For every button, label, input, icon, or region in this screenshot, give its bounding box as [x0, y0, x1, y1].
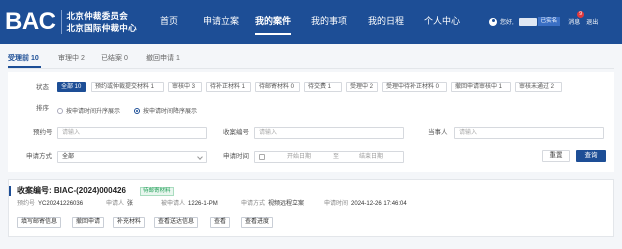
meta-appointment-no: 预约号 YC20241226036 — [17, 200, 83, 208]
case-card: 收案编号: BIAC-(2024)000426 待邮寄材料 预约号 YC20241… — [8, 179, 614, 237]
status-chip-reviewing[interactable]: 审核中 3 — [168, 82, 202, 92]
time-label: 申请时间 — [223, 153, 249, 160]
appointment-no-input[interactable]: 请输入 — [57, 127, 207, 139]
supplement-materials-button[interactable]: 补充材料 — [113, 217, 146, 228]
nav-home[interactable]: 首页 — [160, 16, 178, 27]
meta-respondent: 被申请人 1226-1-PM — [161, 200, 218, 208]
sort-asc-label: 按申请时间升序展示 — [66, 109, 121, 115]
sort-label: 排序 — [36, 105, 49, 112]
party-input[interactable]: 请输入 — [454, 127, 604, 139]
logo-divider — [60, 10, 62, 34]
reset-button[interactable]: 重置 — [542, 150, 570, 162]
user-avatar-icon[interactable] — [489, 17, 497, 26]
meta-apply-time: 申请时间 2024-12-26 17:46:04 — [324, 200, 407, 208]
party-label: 当事人 — [428, 129, 448, 136]
tab-in-trial[interactable]: 审理中 2 — [58, 54, 85, 63]
appointment-no-label: 预约号 — [33, 129, 53, 136]
view-progress-button[interactable]: 查看进度 — [241, 217, 274, 228]
meta-label: 申请时间 — [324, 201, 349, 207]
tab-pre-acceptance[interactable]: 受理前 10 — [8, 54, 39, 63]
radio-circle-selected-icon — [134, 107, 140, 114]
tabs-divider — [8, 68, 614, 69]
logo-org-name: 北京仲裁委员会 北京国际仲裁中心 — [67, 11, 137, 33]
status-chip-accepting[interactable]: 受理中 2 — [346, 82, 378, 92]
meta-value: 视频远程立案 — [268, 201, 305, 207]
org-name-line1: 北京仲裁委员会 — [66, 11, 129, 21]
verified-badge: 已实名 — [537, 17, 561, 26]
user-name-redacted — [518, 17, 537, 26]
logo-mark: BAC — [5, 8, 56, 35]
meta-applicant: 申请人张 — [106, 200, 133, 208]
nav-my-schedule[interactable]: 我的日程 — [368, 16, 404, 27]
withdraw-application-button[interactable]: 撤回申请 — [72, 217, 105, 228]
view-delivery-info-button[interactable]: 查看送达信息 — [154, 217, 199, 228]
user-area: 您好, 已实名 消息 9 退出 — [489, 11, 598, 26]
status-chip-withdraw-review[interactable]: 撤回申请审核中 1 — [451, 82, 511, 92]
meta-value: 1226-1-PM — [188, 201, 218, 207]
radio-circle-icon — [57, 107, 63, 114]
nav-personal-center[interactable]: 个人中心 — [424, 16, 460, 27]
messages-label: 消息 — [568, 20, 581, 26]
start-date-placeholder: 开始日期 — [287, 154, 312, 160]
meta-value: 张 — [127, 201, 134, 207]
nav-my-matters[interactable]: 我的事项 — [311, 16, 347, 27]
sort-desc-radio[interactable]: 按申请时间降序展示 — [134, 106, 197, 115]
logo[interactable]: BAC 北京仲裁委员会 北京国际仲裁中心 — [5, 9, 137, 35]
status-chip-pending-mailing[interactable]: 待邮寄材料 0 — [255, 82, 300, 92]
method-label: 申请方式 — [26, 153, 52, 160]
case-status-badge: 待邮寄材料 — [140, 187, 174, 196]
messages-link[interactable]: 消息 9 — [568, 11, 584, 26]
nav-apply-case[interactable]: 申请立案 — [203, 16, 239, 27]
fill-mailing-info-button[interactable]: 填写邮寄信息 — [17, 217, 62, 228]
method-select-value: 全部 — [62, 154, 75, 160]
chevron-down-icon — [197, 154, 203, 160]
meta-value: 2024-12-26 17:46:04 — [351, 201, 407, 207]
search-button[interactable]: 查询 — [576, 150, 606, 162]
messages-count-badge: 9 — [577, 11, 584, 18]
meta-label: 被申请人 — [161, 201, 186, 207]
nav-active-indicator — [255, 33, 291, 35]
method-select[interactable]: 全部 — [57, 151, 207, 163]
meta-label: 申请人 — [106, 201, 125, 207]
receipt-no-label: 收案编号 — [223, 129, 249, 136]
status-chip-rejected[interactable]: 审核未通过 2 — [515, 82, 562, 92]
card-accent-bar — [9, 186, 11, 196]
status-chip-accepting-correction[interactable]: 受理中待补正材料 0 — [382, 82, 447, 92]
sort-asc-radio[interactable]: 按申请时间升序展示 — [57, 106, 120, 115]
org-name-line2: 北京国际仲裁中心 — [66, 23, 137, 33]
nav-my-cases[interactable]: 我的案件 — [255, 16, 291, 27]
receipt-no-input[interactable]: 请输入 — [254, 127, 404, 139]
case-title: 收案编号: BIAC-(2024)000426 — [17, 186, 126, 195]
meta-label: 预约号 — [17, 201, 36, 207]
sort-desc-label: 按申请时间降序展示 — [143, 109, 198, 115]
date-range-picker[interactable]: 开始日期 至 结束日期 — [254, 151, 404, 163]
tab-closed[interactable]: 已结案 0 — [101, 54, 128, 63]
status-chip-pending-payment[interactable]: 待交费 1 — [304, 82, 342, 92]
status-chip-all[interactable]: 全部 10 — [57, 82, 86, 92]
top-header: BAC 北京仲裁委员会 北京国际仲裁中心 首页 申请立案 我的案件 我的事项 我… — [0, 0, 622, 44]
view-button[interactable]: 查看 — [210, 217, 231, 228]
meta-method: 申请方式 视频远程立案 — [241, 200, 304, 208]
tab-withdrawn[interactable]: 撤回申请 1 — [146, 54, 180, 63]
meta-value: YC20241226036 — [38, 201, 84, 207]
status-chip-pending-correction[interactable]: 待补正材料 1 — [206, 82, 251, 92]
status-chip-appointment[interactable]: 预约或仲裁提交材料 1 — [91, 82, 164, 92]
date-separator: 至 — [333, 154, 340, 160]
logout-link[interactable]: 退出 — [586, 17, 598, 26]
meta-label: 申请方式 — [241, 201, 266, 207]
greeting-text: 您好, — [500, 20, 514, 26]
status-label: 状态 — [36, 84, 49, 91]
end-date-placeholder: 结束日期 — [359, 154, 384, 160]
calendar-icon — [259, 154, 265, 160]
